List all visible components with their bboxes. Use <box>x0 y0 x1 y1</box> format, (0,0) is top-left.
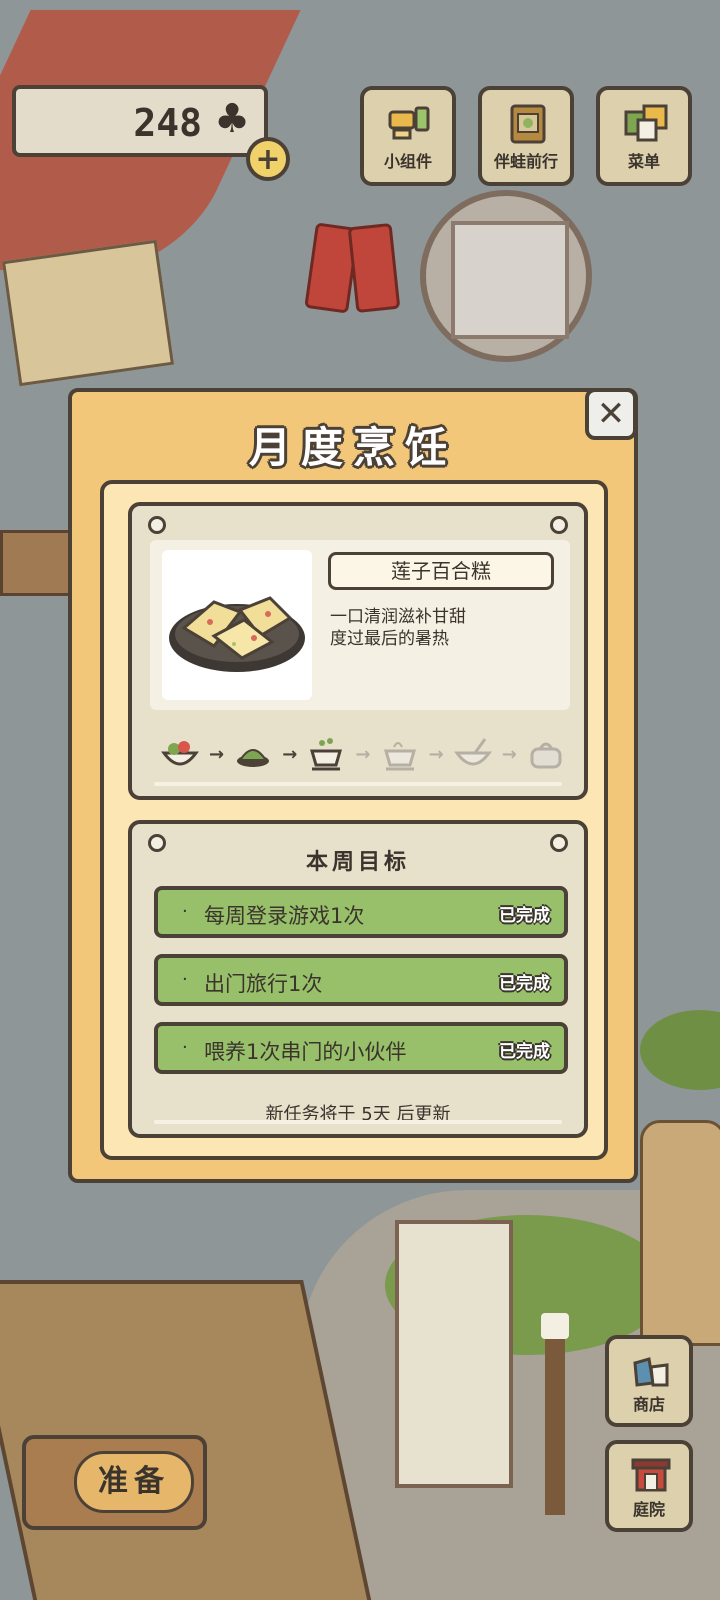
cooking-progress: → → → → → <box>158 732 568 776</box>
travel-with-frog-label: 伴蛙前行 <box>493 152 558 171</box>
weekly-goals-title: 本周目标 <box>305 850 410 875</box>
yard-label: 庭院 <box>632 1500 665 1519</box>
goal-item: · 出门旅行1次 已完成 <box>154 954 568 1006</box>
dish-image <box>162 550 312 700</box>
round-window <box>420 190 592 362</box>
clover-icon: ♣ <box>214 96 250 142</box>
goal-status: 已完成 <box>499 1042 550 1062</box>
pin-dot <box>550 516 568 534</box>
bag-icon <box>524 734 568 774</box>
clover-count: 248 <box>133 101 202 145</box>
prepare-button[interactable]: 准备 <box>22 1435 207 1530</box>
menu-icon <box>624 104 668 142</box>
lotus-lily-cake-icon <box>169 596 305 672</box>
menu-button[interactable]: 菜单 <box>596 86 692 186</box>
shop-label: 商店 <box>632 1395 665 1414</box>
widget-label: 小组件 <box>383 152 432 171</box>
widget-icon <box>388 106 430 140</box>
goal-item: · 喂养1次串门的小伙伴 已完成 <box>154 1022 568 1074</box>
recipe-card: 莲子百合糕 一口清润滋补甘甜 度过最后的暑热 → → → → → <box>128 502 588 800</box>
monthly-cooking-dialog: 月度烹饪 莲子百合糕 一口清润滋补甘甜 度过最后的暑热 → → → → → 本周… <box>68 388 638 1183</box>
menu-label: 菜单 <box>627 152 660 171</box>
goal-status: 已完成 <box>499 906 550 926</box>
map-scroll <box>1 239 175 387</box>
steaming-pot-icon <box>378 734 422 774</box>
travel-book-icon <box>510 104 546 144</box>
recipe-description-line: 一口清润滋补甘甜 <box>330 607 466 627</box>
herbs-icon <box>231 734 275 774</box>
dialog-content: 莲子百合糕 一口清润滋补甘甜 度过最后的暑热 → → → → → 本周目标 · … <box>100 480 608 1160</box>
widget-button[interactable]: 小组件 <box>360 86 456 186</box>
ingredients-bowl-icon <box>158 734 202 774</box>
pin-dot <box>148 516 166 534</box>
clover-counter: 248 ♣ <box>12 85 268 157</box>
shop-button[interactable]: 商店 <box>605 1335 693 1427</box>
close-icon: ✕ <box>596 394 626 434</box>
dialog-title: 月度烹饪 <box>248 423 457 472</box>
bowl-spoon-icon <box>451 734 495 774</box>
recipe-description: 一口清润滋补甘甜 度过最后的暑热 <box>330 606 560 650</box>
travel-with-frog-button[interactable]: 伴蛙前行 <box>478 86 574 186</box>
goal-item: · 每周登录游戏1次 已完成 <box>154 886 568 938</box>
goal-text: 每周登录游戏1次 <box>204 904 365 928</box>
candle-stand <box>541 1313 569 1515</box>
close-button[interactable]: ✕ <box>585 388 637 440</box>
recipe-area: 莲子百合糕 一口清润滋补甘甜 度过最后的暑热 <box>150 540 570 710</box>
weekly-goals-card: 本周目标 · 每周登录游戏1次 已完成 · 出门旅行1次 已完成 · 喂养1次串… <box>128 820 588 1138</box>
folding-screen <box>395 1220 513 1488</box>
red-charm <box>347 222 401 314</box>
goal-text: 喂养1次串门的小伙伴 <box>204 1040 407 1064</box>
yard-button[interactable]: 庭院 <box>605 1440 693 1532</box>
recipe-name: 莲子百合糕 <box>328 552 554 590</box>
shop-bag-icon <box>633 1357 669 1387</box>
prepare-label: 准备 <box>74 1451 194 1513</box>
goal-status: 已完成 <box>499 974 550 994</box>
add-clovers-button[interactable]: + <box>246 137 290 181</box>
yard-gate-icon <box>631 1458 671 1492</box>
recipe-description-line: 度过最后的暑热 <box>330 629 449 649</box>
straw-basket <box>640 1120 720 1346</box>
cooking-pot-icon <box>304 734 348 774</box>
goal-text: 出门旅行1次 <box>204 972 323 996</box>
